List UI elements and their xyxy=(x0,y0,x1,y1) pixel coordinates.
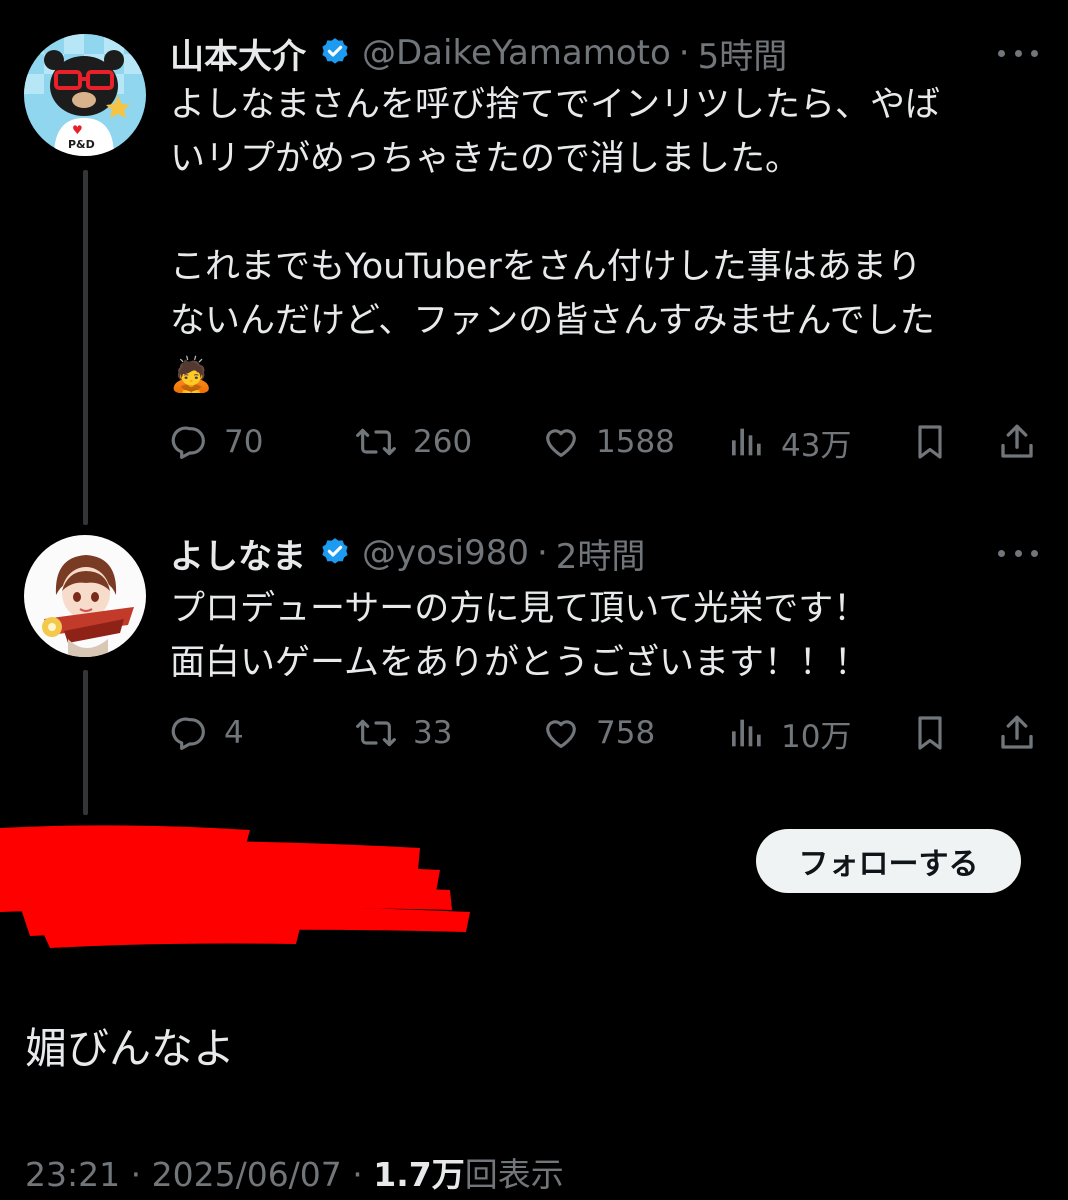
meta-separator: · xyxy=(341,1155,374,1194)
tweet-emoji: 🙇 xyxy=(170,355,213,395)
like-count: 1588 xyxy=(596,424,675,460)
like-count: 758 xyxy=(596,715,656,751)
meta-separator: · xyxy=(120,1155,152,1194)
share-icon xyxy=(996,420,1038,464)
reply-icon xyxy=(170,422,210,462)
tweet-actions: 4 33 758 10万 xyxy=(170,708,1040,758)
views-count: 43万 xyxy=(781,427,852,464)
views-icon xyxy=(727,422,767,462)
post-detail-screen: ♥ P&D 山本大介 @DaikeYamamoto · 5時間 よしなまさんを呼… xyxy=(0,0,1068,1200)
more-icon[interactable] xyxy=(998,43,1038,63)
reply-icon xyxy=(170,713,210,753)
bookmark-icon xyxy=(910,711,950,755)
author-handle[interactable]: @yosi980 xyxy=(362,533,529,573)
post-meta: 23:21 · 2025/06/07 · 1.7万回表示 xyxy=(25,1148,564,1196)
views-icon xyxy=(727,713,767,753)
post-views-count: 1.7万 xyxy=(373,1155,465,1194)
share-icon xyxy=(996,711,1038,755)
tweet-text: よしなまさんを呼び捨てでインリツしたら、やば いリプがめっちゃきたので消しました… xyxy=(170,78,1040,402)
like-button[interactable]: 758 xyxy=(540,708,655,758)
share-button[interactable] xyxy=(996,417,1038,467)
post-date[interactable]: 2025/06/07 xyxy=(152,1155,342,1194)
views-button[interactable]: 43万 xyxy=(727,417,851,467)
retweet-button[interactable]: 260 xyxy=(353,417,472,467)
verified-badge-icon xyxy=(318,36,352,70)
views-button[interactable]: 10万 xyxy=(727,708,851,758)
reply-count: 70 xyxy=(224,424,264,460)
tweet-text-line: いリプがめっちゃきたので消しました。 xyxy=(170,139,801,179)
like-button[interactable]: 1588 xyxy=(540,417,675,467)
tweet-time[interactable]: 5時間 xyxy=(698,29,788,78)
author-name[interactable]: よしなま xyxy=(170,529,306,578)
tweet-actions: 70 260 1588 43万 xyxy=(170,417,1040,467)
avatar-daike[interactable]: ♥ P&D xyxy=(24,34,146,156)
reply-text: 媚びんなよ xyxy=(25,1024,236,1073)
thread-line xyxy=(83,170,88,525)
bookmark-button[interactable] xyxy=(910,417,950,467)
bookmark-button[interactable] xyxy=(910,708,950,758)
svg-text:P&D: P&D xyxy=(68,138,95,151)
more-icon[interactable] xyxy=(998,543,1038,563)
thread-line xyxy=(83,670,88,815)
avatar-logo-text: ♥ xyxy=(72,123,83,137)
retweet-count: 33 xyxy=(413,715,453,751)
tweet-text-line: 面白いゲームをありがとうございます！！！ xyxy=(170,643,869,683)
reply-button[interactable]: 4 xyxy=(170,708,244,758)
bookmark-icon xyxy=(910,420,950,464)
reply-count: 4 xyxy=(224,715,244,751)
share-button[interactable] xyxy=(996,708,1038,758)
tweet-time[interactable]: 2時間 xyxy=(556,529,646,578)
tweet-text-line: これまでもYouTuberをさん付けした事はあまり xyxy=(170,247,922,287)
separator-dot: · xyxy=(536,533,548,573)
views-count: 10万 xyxy=(781,718,852,755)
post-views-label: 回表示 xyxy=(464,1155,564,1194)
author-handle[interactable]: @DaikeYamamoto xyxy=(362,33,671,73)
tweet-header: 山本大介 @DaikeYamamoto · 5時間 xyxy=(170,29,788,78)
retweet-icon xyxy=(353,713,399,753)
separator-dot: · xyxy=(678,33,690,73)
retweet-button[interactable]: 33 xyxy=(353,708,452,758)
retweet-icon xyxy=(353,422,399,462)
like-icon xyxy=(540,422,582,462)
follow-button[interactable]: フォローする xyxy=(756,829,1021,893)
avatar-yoshinama[interactable] xyxy=(24,535,146,657)
tweet-text-line: プロデューサーの方に見て頂いて光栄です！ xyxy=(170,589,869,629)
tweet-text-line xyxy=(170,186,1040,240)
post-time[interactable]: 23:21 xyxy=(25,1155,120,1194)
tweet-text-line: ないんだけど、ファンの皆さんすみませんでした xyxy=(170,301,935,341)
reply-button[interactable]: 70 xyxy=(170,417,263,467)
like-icon xyxy=(540,713,582,753)
retweet-count: 260 xyxy=(413,424,473,460)
tweet-header: よしなま @yosi980 · 2時間 xyxy=(170,529,646,578)
tweet-text: プロデューサーの方に見て頂いて光栄です！ 面白いゲームをありがとうございます！！… xyxy=(170,582,1040,690)
verified-badge-icon xyxy=(318,536,352,570)
tweet-text-line: よしなまさんを呼び捨てでインリツしたら、やば xyxy=(170,85,941,125)
author-name[interactable]: 山本大介 xyxy=(170,29,306,78)
redaction-scribble xyxy=(0,825,470,948)
